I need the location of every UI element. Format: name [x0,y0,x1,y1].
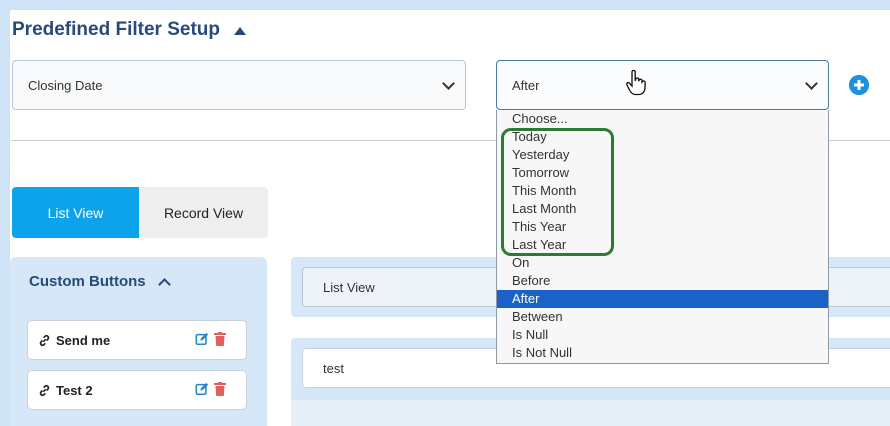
edit-icon[interactable] [195,382,209,396]
dropdown-option[interactable]: Tomorrow [497,164,828,182]
dropdown-option[interactable]: Choose... [497,110,828,128]
dropdown-option[interactable]: On [497,254,828,272]
tab-record-view[interactable]: Record View [139,187,268,238]
collapse-caret-icon[interactable] [233,27,246,35]
dropdown-option[interactable]: Is Null [497,326,828,344]
link-icon [39,334,50,346]
view-select-value: List View [323,279,375,295]
dropdown-option[interactable]: Before [497,272,828,290]
view-tabs: List View Record View [12,187,268,238]
chevron-down-icon [805,77,818,90]
dropdown-option[interactable]: This Month [497,182,828,200]
page-title-row[interactable]: Predefined Filter Setup [12,19,246,41]
operator-dropdown-list: Choose... Today Yesterday Tomorrow This … [496,110,829,364]
dropdown-option[interactable]: Last Year [497,236,828,254]
dropdown-option-selected[interactable]: After [497,290,828,308]
chevron-down-icon [442,77,455,90]
custom-button-item[interactable]: Send me [27,320,247,360]
dropdown-option[interactable]: Is Not Null [497,344,828,362]
custom-buttons-panel: Custom Buttons Send me Test 2 [10,257,267,426]
trash-icon[interactable] [214,382,226,396]
dropdown-option[interactable]: Yesterday [497,146,828,164]
dropdown-option[interactable]: Last Month [497,200,828,218]
custom-buttons-title: Custom Buttons [29,273,146,290]
field-select[interactable]: Closing Date [12,60,466,110]
link-icon [39,384,50,396]
edit-icon[interactable] [195,332,209,346]
operator-select[interactable]: After [496,60,829,110]
hand-cursor-icon [626,70,646,96]
dropdown-option[interactable]: Today [497,128,828,146]
dropdown-option[interactable]: This Year [497,218,828,236]
custom-button-item[interactable]: Test 2 [27,370,247,410]
trash-icon[interactable] [214,332,226,346]
custom-buttons-header[interactable]: Custom Buttons [29,273,171,291]
custom-button-label: Send me [56,332,111,348]
page-title: Predefined Filter Setup [12,19,220,40]
section-footer [291,400,890,426]
chevron-up-icon[interactable] [157,277,171,291]
custom-button-label: Test 2 [56,382,93,398]
plus-circle-icon [849,75,869,95]
dropdown-option[interactable]: Between [497,308,828,326]
add-filter-button[interactable] [849,75,869,95]
text-input-value: test [323,360,344,376]
tab-list-view[interactable]: List View [12,187,139,238]
field-select-value: Closing Date [28,77,103,93]
operator-select-value: After [512,77,540,93]
